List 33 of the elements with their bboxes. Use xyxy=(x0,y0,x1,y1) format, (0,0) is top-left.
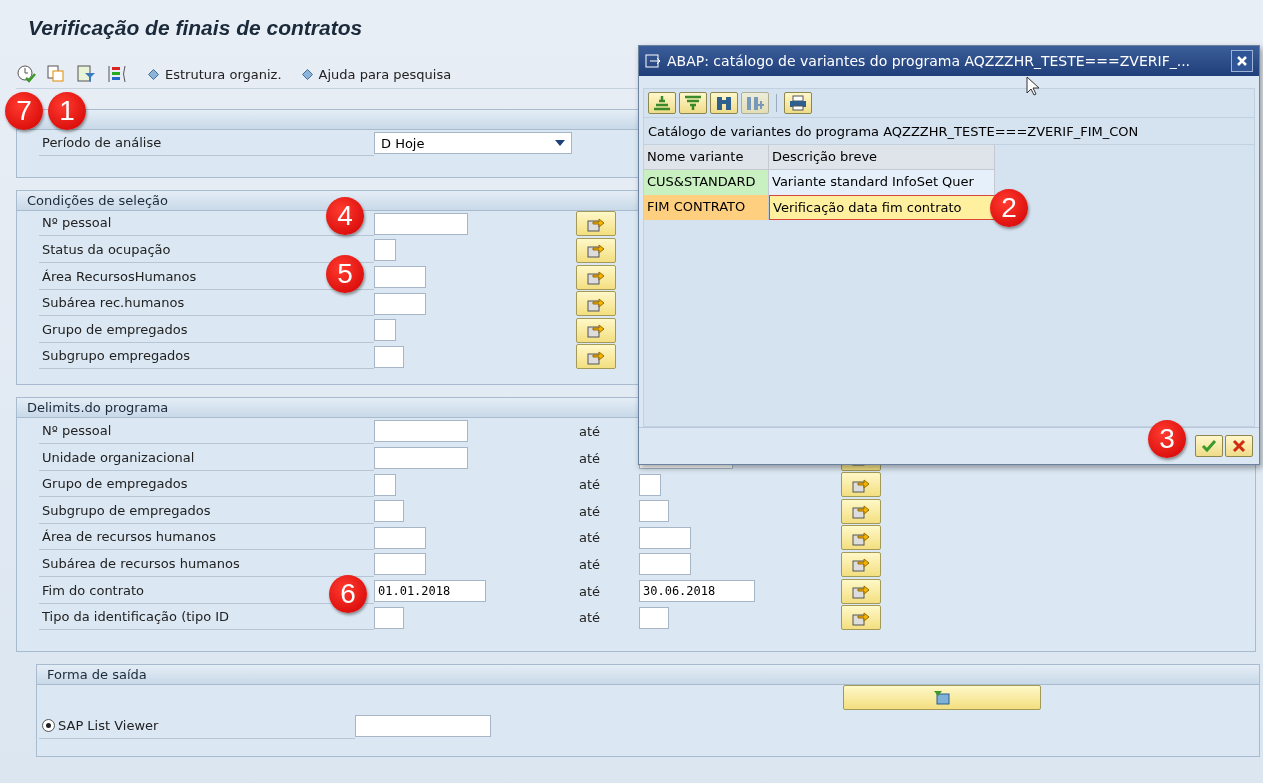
from-field[interactable]: 01.01.2018 xyxy=(374,580,486,602)
step-number-badge: 7 xyxy=(5,92,43,130)
field-label: Unidade organizacional xyxy=(39,445,374,471)
variant-name-cell[interactable]: FIM CONTRATO xyxy=(644,195,769,220)
field-label: Área de recursos humanos xyxy=(39,525,374,551)
range-separator-label: até xyxy=(579,530,601,546)
range-separator-label: até xyxy=(579,423,601,439)
range-separator-label: até xyxy=(579,450,601,466)
column-header: Nome variante xyxy=(644,145,769,170)
field-label: Grupo de empregados xyxy=(39,472,374,498)
radio-option[interactable]: SAP List Viewer xyxy=(39,713,355,739)
field-label: Subgrupo de empregados xyxy=(39,498,374,524)
range-separator-label: até xyxy=(579,477,601,493)
group-header: Forma de saída xyxy=(37,664,1259,685)
column-header: Descrição breve xyxy=(769,145,995,170)
field-label: Subárea de recursos humanos xyxy=(39,551,374,577)
range-separator-label: até xyxy=(579,583,601,599)
variant-description-cell[interactable]: Verificação data fim contrato xyxy=(769,195,995,220)
dropdown-field[interactable]: D Hoje xyxy=(374,132,572,155)
field-label: Nº pessoal xyxy=(39,418,374,444)
step-number-badge: 1 xyxy=(48,92,86,130)
toolbar-link[interactable]: Estrutura organiz. xyxy=(148,66,282,82)
range-separator-label: até xyxy=(579,556,601,572)
dialog-title: ABAP: catálogo de variantes do programa AQZZZHR_TESTE===ZVERIF_... xyxy=(667,53,1192,69)
toolbar-link[interactable]: Ajuda para pesquisa xyxy=(301,66,452,82)
variant-name-cell[interactable]: CUS&STANDARD xyxy=(644,170,769,195)
range-separator-label: até xyxy=(579,610,601,626)
field-label: Grupo de empregados xyxy=(39,317,374,343)
field-label: Período de análise xyxy=(39,130,374,156)
range-separator-label: até xyxy=(579,503,601,519)
to-field[interactable]: 30.06.2018 xyxy=(639,580,755,602)
variant-description-cell[interactable]: Variante standard InfoSet Quer xyxy=(769,170,995,195)
field-label: Subgrupo empregados xyxy=(39,344,374,370)
